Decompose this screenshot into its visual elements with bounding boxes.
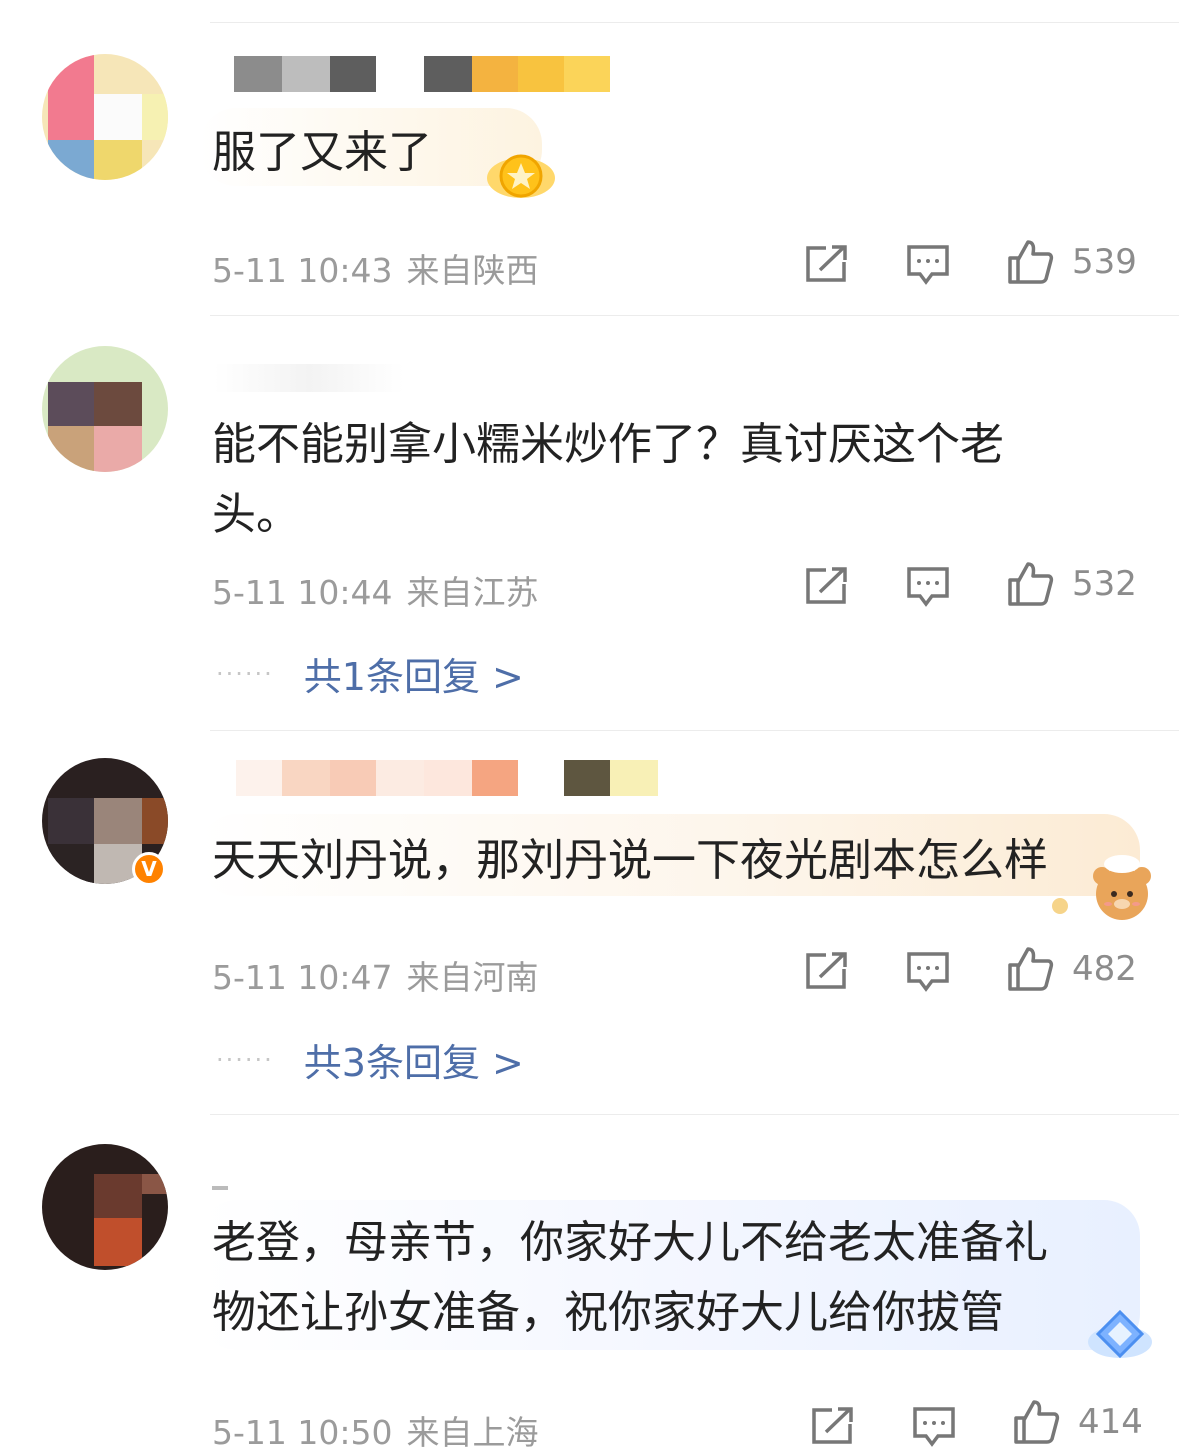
comment-icon (906, 244, 950, 286)
comment-icon (906, 566, 950, 608)
comment-text-line-1: 能不能别拿小糯米炒作了？真讨厌这个老 (212, 419, 1004, 470)
like-count: 532 (1072, 564, 1137, 604)
share-icon (804, 951, 848, 991)
comment-meta: 5-11 10:47 来自河南 (212, 951, 539, 999)
diamond-badge-icon (1084, 1306, 1156, 1370)
share-button[interactable] (804, 951, 848, 991)
reply-row: ······ 共3条回复 > (216, 1032, 524, 1087)
comment-date: 5-11 10:44 (212, 573, 393, 612)
comment-button[interactable] (906, 244, 950, 286)
avatar[interactable] (42, 54, 168, 180)
comment-date: 5-11 10:50 (212, 1413, 393, 1452)
avatar[interactable] (42, 1144, 168, 1270)
username-redacted[interactable] (210, 56, 630, 98)
like-button[interactable]: 539 (1006, 238, 1137, 286)
like-count: 414 (1078, 1402, 1143, 1442)
comment-button[interactable] (906, 566, 950, 608)
divider (210, 22, 1179, 23)
comment-button[interactable] (906, 951, 950, 993)
comment-date: 5-11 10:47 (212, 958, 393, 997)
share-button[interactable] (804, 566, 848, 606)
like-button[interactable]: 482 (1006, 945, 1137, 993)
comment-location: 来自陕西 (406, 251, 539, 290)
bear-chef-icon (1030, 854, 1160, 928)
comment-text-line-2: 头。 (212, 489, 300, 540)
comment-text: 服了又来了 (212, 127, 432, 178)
share-icon (804, 566, 848, 606)
comment-date: 5-11 10:43 (212, 251, 393, 290)
like-count: 539 (1072, 242, 1137, 282)
divider (210, 1114, 1179, 1115)
share-button[interactable] (804, 244, 848, 284)
share-icon (810, 1406, 854, 1446)
reply-dots: ······ (216, 1045, 274, 1074)
username-redacted[interactable] (210, 356, 430, 398)
comment-icon (912, 1406, 956, 1448)
star-badge-icon (484, 146, 558, 208)
comment-text-line-2: 物还让孙女准备，祝你家好大儿给你拔管 (212, 1287, 1004, 1338)
username-redacted[interactable] (210, 760, 670, 802)
comment-text-line-1: 老登，母亲节，你家好大儿不给老太准备礼 (212, 1217, 1048, 1268)
like-button[interactable]: 532 (1006, 560, 1137, 608)
avatar[interactable] (42, 346, 168, 472)
comment-meta: 5-11 10:43 来自陕西 (212, 244, 539, 292)
comment-location: 来自江苏 (406, 573, 539, 612)
like-button[interactable]: 414 (1012, 1398, 1143, 1446)
comment-meta: 5-11 10:50 来自上海 (212, 1406, 539, 1454)
reply-row: ······ 共1条回复 > (216, 646, 524, 701)
comment-location: 来自河南 (406, 958, 539, 997)
comment-text: 天天刘丹说，那刘丹说一下夜光剧本怎么样 (212, 835, 1048, 886)
view-replies-link[interactable]: 共1条回复 > (304, 646, 524, 701)
share-icon (804, 244, 848, 284)
like-count: 482 (1072, 949, 1137, 989)
divider (210, 315, 1179, 316)
share-button[interactable] (810, 1406, 854, 1446)
comment-location: 来自上海 (406, 1413, 539, 1452)
verified-badge: V (132, 852, 166, 886)
thumbs-up-icon (1012, 1398, 1060, 1446)
comment-button[interactable] (912, 1406, 956, 1448)
reply-dots: ······ (216, 659, 274, 688)
thumbs-up-icon (1006, 238, 1054, 286)
divider (210, 730, 1179, 731)
view-replies-link[interactable]: 共3条回复 > (304, 1032, 524, 1087)
thumbs-up-icon (1006, 560, 1054, 608)
comment-icon (906, 951, 950, 993)
thumbs-up-icon (1006, 945, 1054, 993)
comment-meta: 5-11 10:44 来自江苏 (212, 566, 539, 614)
